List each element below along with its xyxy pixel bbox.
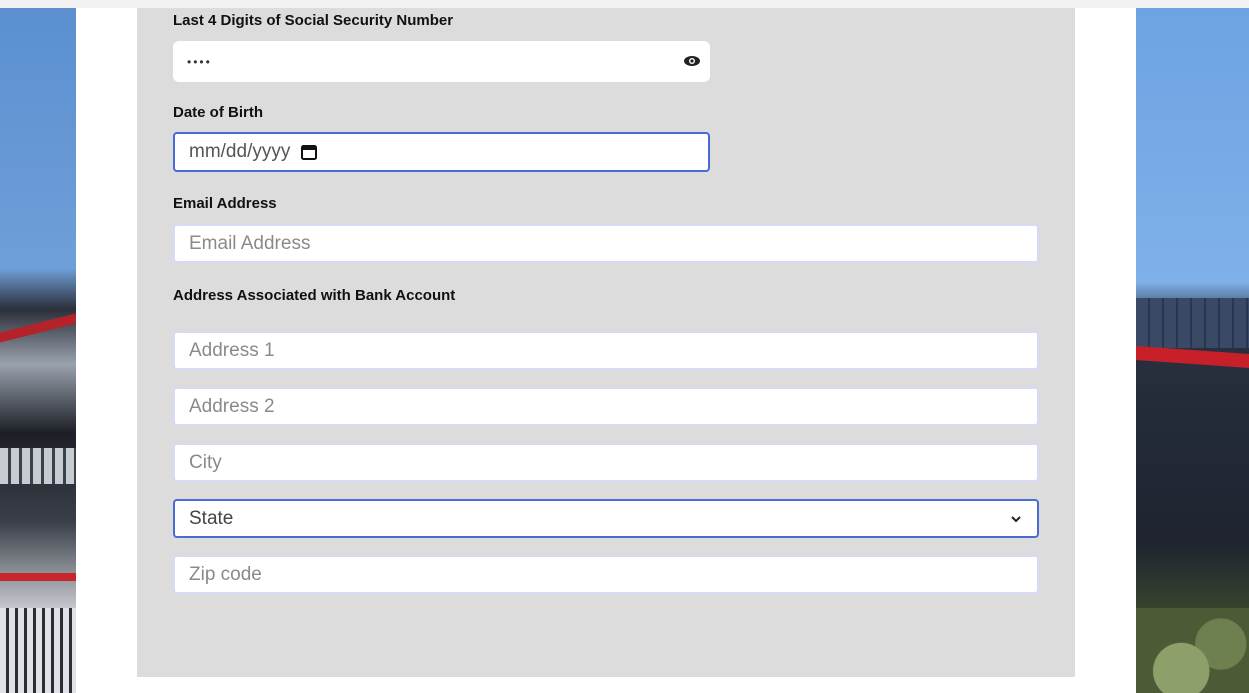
email-label: Email Address xyxy=(173,195,277,212)
zip-placeholder: Zip code xyxy=(189,563,262,585)
email-placeholder: Email Address xyxy=(189,232,311,254)
dob-placeholder: mm/dd/yyyy xyxy=(189,141,291,162)
building-stripe xyxy=(1136,346,1249,368)
city-field[interactable]: City xyxy=(173,443,1039,482)
eye-icon[interactable] xyxy=(682,53,702,69)
building-panel xyxy=(1136,298,1249,348)
building-windows xyxy=(0,448,76,484)
address2-placeholder: Address 2 xyxy=(189,395,275,417)
ssn-input[interactable]: •••• xyxy=(173,41,710,82)
state-selected: State xyxy=(189,507,234,529)
chevron-down-icon xyxy=(1011,515,1021,522)
address1-placeholder: Address 1 xyxy=(189,339,275,361)
state-select[interactable]: State xyxy=(173,499,1039,538)
address-label: Address Associated with Bank Account xyxy=(173,287,456,304)
plants xyxy=(1136,608,1249,693)
ssn-value: •••• xyxy=(187,54,212,69)
address1-field[interactable]: Address 1 xyxy=(173,331,1039,370)
ssn-label: Last 4 Digits of Social Security Number xyxy=(173,12,454,29)
calendar-icon[interactable] xyxy=(300,143,318,161)
dob-label: Date of Birth xyxy=(173,104,263,121)
building-fence xyxy=(0,608,76,693)
background-photo-left xyxy=(0,8,76,693)
email-field[interactable]: Email Address xyxy=(173,224,1039,263)
building-stripe xyxy=(0,313,76,343)
building-stripe xyxy=(0,573,76,581)
zip-field[interactable]: Zip code xyxy=(173,555,1039,594)
city-placeholder: City xyxy=(189,451,222,473)
background-photo-right xyxy=(1136,8,1249,693)
dob-input[interactable]: mm/dd/yyyy xyxy=(173,132,710,172)
address2-field[interactable]: Address 2 xyxy=(173,387,1039,426)
